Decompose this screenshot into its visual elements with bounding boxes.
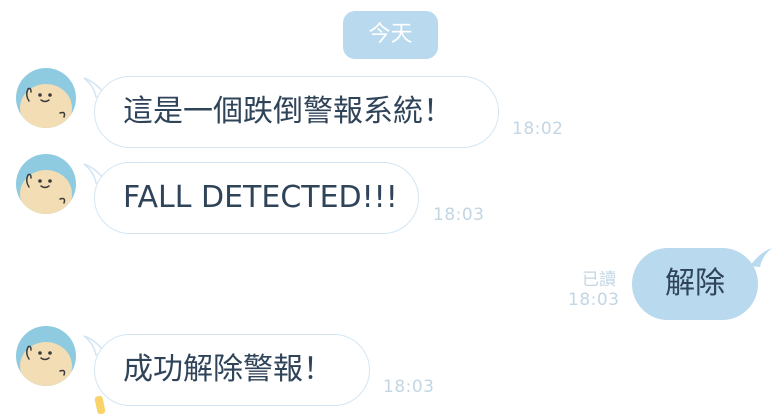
message-time: 18:02 [512,119,564,139]
message-text: 這是一個跌倒警報系統！ [123,94,453,129]
message-bubble[interactable]: 這是一個跌倒警報系統！ [94,76,499,148]
message-time: 18:03 [568,290,620,310]
message-text: 成功解除警報！ [123,352,333,387]
message-bubble[interactable]: 成功解除警報！ [94,334,370,406]
bubble-tail [750,248,772,267]
read-status: 已讀 [582,270,616,290]
bot-avatar-icon[interactable] [16,68,76,128]
date-separator: 今天 [343,11,438,59]
message-text: FALL DETECTED!!! [123,180,398,215]
bot-avatar-icon[interactable] [16,154,76,214]
message-time: 18:03 [383,377,435,397]
bot-avatar-icon[interactable] [16,326,76,386]
partial-avatar-mark [94,395,106,415]
message-bubble[interactable]: 解除 [632,248,758,320]
message-time: 18:03 [433,205,485,225]
message-bubble[interactable]: FALL DETECTED!!! [94,162,419,234]
message-text: 解除 [665,266,725,301]
